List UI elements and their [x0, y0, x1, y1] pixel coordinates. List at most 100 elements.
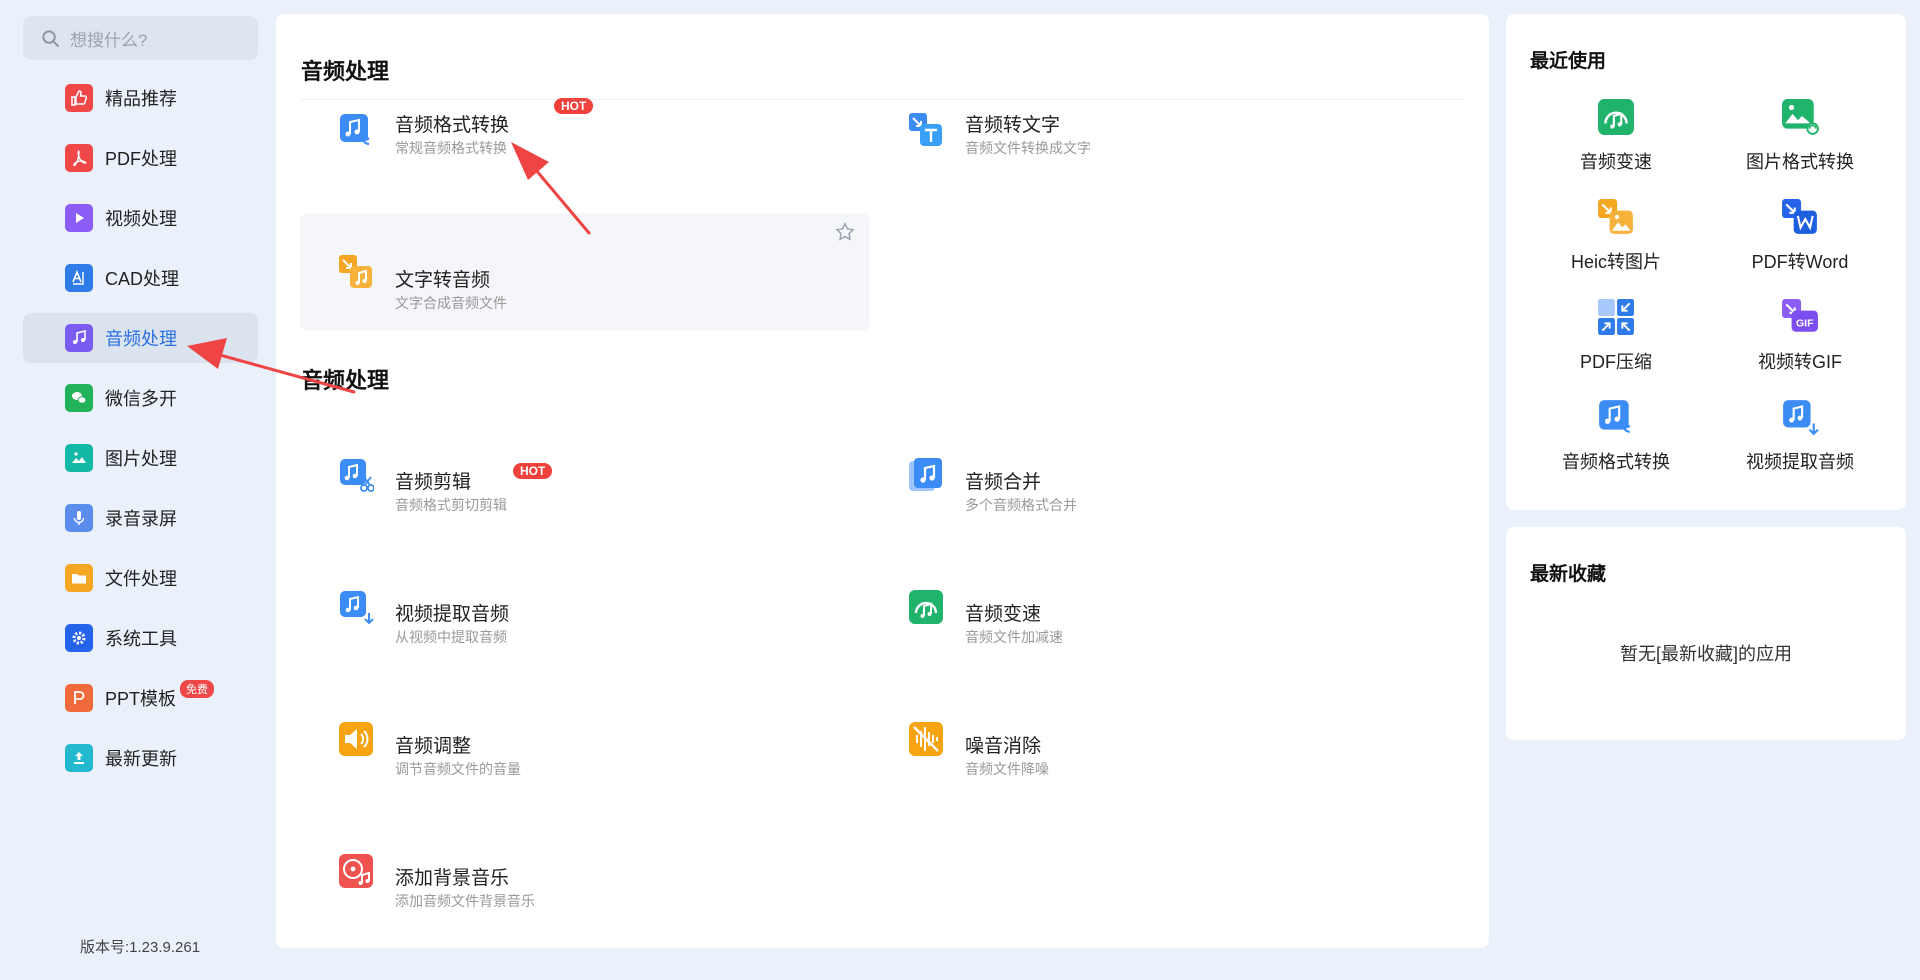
- recent-item-label: 音频格式转换: [1562, 452, 1670, 472]
- search-box[interactable]: 想搜什么?: [23, 16, 258, 60]
- sidebar-item-system[interactable]: 系统工具: [23, 613, 258, 663]
- sidebar-item-label: 微信多开: [105, 389, 177, 409]
- recent-item-label: 视频提取音频: [1746, 452, 1854, 472]
- video-extract-audio-icon: [1781, 398, 1819, 436]
- favorites-title: 最新收藏: [1530, 564, 1607, 585]
- tool-desc: 音频格式剪切剪辑: [395, 497, 507, 513]
- tool-title: 添加背景音乐: [395, 868, 510, 889]
- recent-item-label: 音频变速: [1580, 152, 1652, 172]
- recent-item[interactable]: 图片格式转换: [1708, 98, 1892, 174]
- tool-desc: 多个音频格式合并: [965, 497, 1077, 513]
- sidebar-item-wechat[interactable]: 微信多开: [23, 373, 258, 423]
- sidebar-item-pdf[interactable]: PDF处理: [23, 133, 258, 183]
- heic-icon: [1597, 198, 1635, 236]
- gear-icon: [65, 624, 93, 652]
- recent-item[interactable]: GIF 视频转GIF: [1708, 298, 1892, 374]
- tool-desc: 从视频中提取音频: [395, 629, 507, 645]
- star-icon[interactable]: [834, 221, 856, 243]
- sidebar-item-cad[interactable]: CAD处理: [23, 253, 258, 303]
- sidebar-item-ppt[interactable]: PPT模板 免费: [23, 673, 258, 723]
- search-input[interactable]: 想搜什么?: [70, 26, 147, 51]
- recent-item[interactable]: PDF转Word: [1708, 198, 1892, 274]
- text-to-audio-icon: [338, 254, 374, 290]
- tool-audio-to-text[interactable]: 音频转文字 音频文件转换成文字: [870, 98, 1440, 178]
- version-label: 版本号:1.23.9.261: [80, 939, 201, 956]
- tool-background-music[interactable]: 添加背景音乐 添加音频文件背景音乐: [300, 828, 870, 914]
- sidebar-item-image[interactable]: 图片处理: [23, 433, 258, 483]
- tool-desc: 音频文件加减速: [965, 629, 1063, 645]
- tool-title: 音频合并: [965, 472, 1042, 493]
- recent-panel: 最近使用 音频变速 图片格式转换 Heic转图片 PDF转Word PDF压缩 …: [1506, 14, 1906, 510]
- tool-desc: 常规音频格式转换: [395, 140, 507, 156]
- audio-to-text-icon: [908, 112, 944, 148]
- tool-title: 音频调整: [395, 736, 472, 757]
- tool-desc: 文字合成音频文件: [395, 295, 507, 311]
- sidebar-item-featured[interactable]: 精品推荐: [23, 73, 258, 123]
- video-to-gif-icon: GIF: [1781, 298, 1819, 336]
- image-convert-icon: [1781, 98, 1819, 136]
- recent-item[interactable]: Heic转图片: [1524, 198, 1708, 274]
- sidebar-item-audio[interactable]: 音频处理: [23, 313, 258, 363]
- pdf-icon: [65, 144, 93, 172]
- video-extract-audio-icon: [338, 589, 374, 625]
- ppt-icon: [65, 684, 93, 712]
- audio-convert-icon: [1597, 398, 1635, 436]
- tool-desc: 调节音频文件的音量: [395, 761, 521, 777]
- tool-audio-merge[interactable]: 音频合并 多个音频格式合并: [870, 432, 1440, 518]
- sidebar-item-label: PPT模板: [105, 689, 177, 709]
- music-note-icon: [65, 324, 93, 352]
- tool-title: 音频变速: [965, 604, 1042, 625]
- tool-audio-format-convert[interactable]: 音频格式转换 HOT 常规音频格式转换: [300, 98, 870, 178]
- recent-item[interactable]: PDF压缩: [1524, 298, 1708, 374]
- volume-icon: [338, 721, 374, 757]
- audio-speed-icon: [1597, 98, 1635, 136]
- tool-desc: 添加音频文件背景音乐: [395, 893, 535, 909]
- tool-noise-remove[interactable]: 噪音消除 音频文件降噪: [870, 696, 1440, 782]
- image-icon: [65, 444, 93, 472]
- recent-item[interactable]: 视频提取音频: [1708, 398, 1892, 474]
- background-music-icon: [338, 853, 374, 889]
- recent-title: 最近使用: [1530, 51, 1607, 72]
- sidebar-item-label: 音频处理: [105, 329, 177, 349]
- tool-title: 音频格式转换: [395, 115, 510, 136]
- tool-title: 音频转文字: [965, 115, 1061, 136]
- sidebar-item-video[interactable]: 视频处理: [23, 193, 258, 243]
- tool-video-extract-audio[interactable]: 视频提取音频 从视频中提取音频: [300, 564, 870, 650]
- tool-desc: 音频文件转换成文字: [965, 140, 1091, 156]
- thumbs-up-icon: [65, 84, 93, 112]
- audio-speed-icon: [908, 589, 944, 625]
- sidebar-item-updates[interactable]: 最新更新: [23, 733, 258, 783]
- sidebar-item-label: 图片处理: [105, 449, 177, 469]
- recent-item[interactable]: 音频格式转换: [1524, 398, 1708, 474]
- free-badge: 免费: [180, 680, 215, 698]
- recent-item-label: PDF转Word: [1751, 252, 1849, 272]
- search-icon: [42, 29, 60, 47]
- sidebar-item-label: 最新更新: [105, 749, 177, 769]
- hot-badge: HOT: [513, 463, 553, 479]
- svg-text:GIF: GIF: [1796, 318, 1814, 330]
- tool-volume-adjust[interactable]: 音频调整 调节音频文件的音量: [300, 696, 870, 782]
- noise-remove-icon: [908, 721, 944, 757]
- sidebar-item-label: PDF处理: [105, 149, 177, 169]
- sidebar-item-record[interactable]: 录音录屏: [23, 493, 258, 543]
- folder-icon: [65, 564, 93, 592]
- sidebar-item-file[interactable]: 文件处理: [23, 553, 258, 603]
- microphone-icon: [65, 504, 93, 532]
- sidebar: 想搜什么? 精品推荐 PDF处理 视频处理 CAD处理 音频处理 微信多开 图片…: [0, 0, 270, 980]
- sidebar-item-label: 精品推荐: [105, 89, 177, 109]
- tool-audio-speed[interactable]: 音频变速 音频文件加减速: [870, 564, 1440, 650]
- tool-audio-cut[interactable]: 音频剪辑 HOT 音频格式剪切剪辑: [300, 432, 870, 518]
- tool-title: 视频提取音频: [395, 604, 510, 625]
- audio-merge-icon: [908, 457, 944, 493]
- tool-text-to-audio[interactable]: 文字转音频 文字合成音频文件: [300, 213, 870, 331]
- audio-convert-icon: [338, 112, 374, 148]
- sidebar-item-label: CAD处理: [105, 269, 180, 289]
- audio-cut-icon: [338, 457, 374, 493]
- sidebar-item-label: 系统工具: [105, 629, 177, 649]
- play-icon: [65, 204, 93, 232]
- wechat-icon: [65, 384, 93, 412]
- recent-item[interactable]: 音频变速: [1524, 98, 1708, 174]
- favorites-panel: 最新收藏 暂无[最新收藏]的应用: [1506, 527, 1906, 740]
- favorites-empty-text: 暂无[最新收藏]的应用: [1619, 644, 1792, 664]
- tool-title: 噪音消除: [965, 736, 1042, 757]
